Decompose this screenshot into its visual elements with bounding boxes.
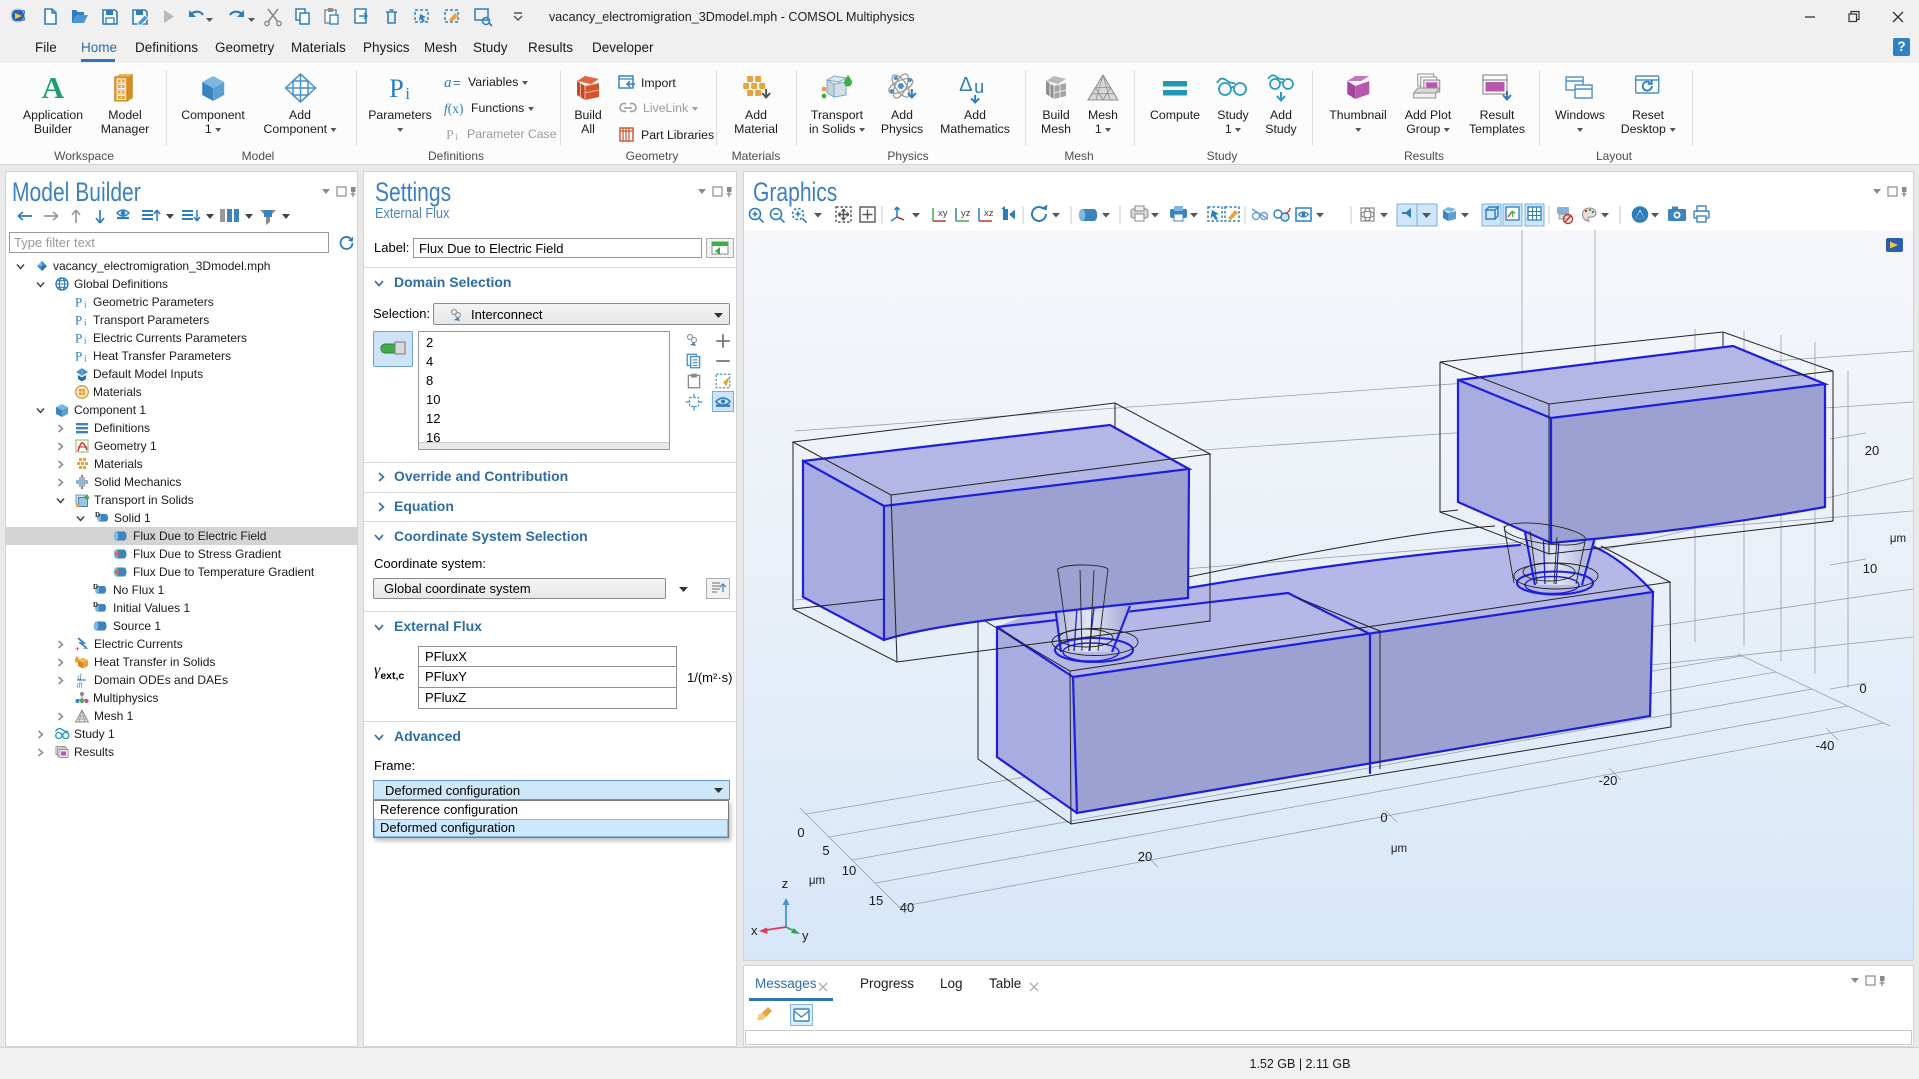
- svg-text:z: z: [782, 876, 789, 891]
- svg-text:u: u: [974, 77, 984, 97]
- svg-text:μm: μm: [809, 875, 825, 887]
- svg-text:-40: -40: [1816, 738, 1835, 753]
- svg-text:μm: μm: [1890, 533, 1906, 545]
- svg-text:20: 20: [1865, 443, 1879, 458]
- svg-text:xy: xy: [938, 208, 948, 219]
- svg-text:i: i: [455, 132, 458, 142]
- svg-text:0: 0: [1859, 681, 1866, 696]
- svg-text:P: P: [446, 128, 454, 142]
- svg-text:Δ: Δ: [959, 74, 972, 96]
- svg-text:0: 0: [1380, 810, 1387, 825]
- svg-text:40: 40: [900, 900, 914, 915]
- svg-text:0: 0: [797, 825, 804, 840]
- svg-text:10: 10: [842, 863, 856, 878]
- svg-text:a: a: [444, 75, 452, 90]
- svg-text:yz: yz: [961, 208, 971, 219]
- svg-text:A: A: [42, 71, 65, 105]
- svg-text:y: y: [802, 928, 809, 943]
- svg-text:i: i: [405, 84, 410, 103]
- svg-text:5: 5: [822, 843, 829, 858]
- svg-text:-20: -20: [1599, 773, 1618, 788]
- svg-text:xz: xz: [984, 208, 994, 219]
- svg-text:10: 10: [1863, 561, 1877, 576]
- svg-text:x: x: [751, 923, 758, 938]
- svg-text:μm: μm: [1391, 843, 1407, 855]
- svg-text:15: 15: [869, 893, 883, 908]
- svg-text:f(x): f(x): [444, 101, 464, 116]
- svg-text:P: P: [389, 74, 403, 103]
- svg-text:20: 20: [1138, 849, 1152, 864]
- svg-text:=: =: [453, 75, 461, 90]
